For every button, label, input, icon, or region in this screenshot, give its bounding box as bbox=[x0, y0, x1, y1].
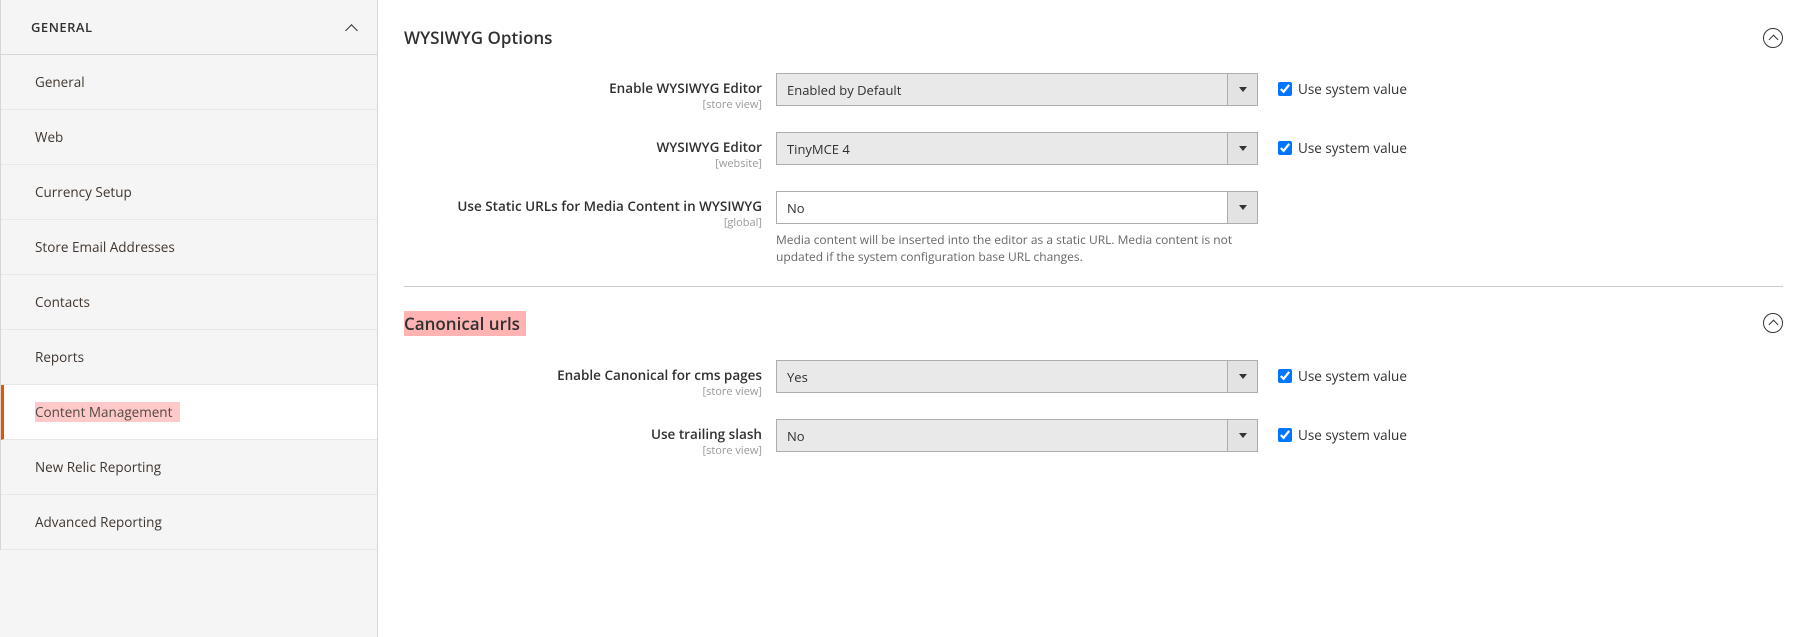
section-title: WYSIWYG Options bbox=[404, 26, 552, 49]
sidebar-item-label: General bbox=[35, 73, 85, 91]
select-value: TinyMCE 4 bbox=[777, 133, 1227, 164]
field-label: Enable Canonical for cms pages bbox=[404, 366, 762, 384]
sidebar-item-label: Content Management bbox=[35, 402, 180, 422]
sys-col: Use system value bbox=[1258, 360, 1407, 385]
static-urls-select[interactable]: No bbox=[776, 191, 1258, 224]
sys-label[interactable]: Use system value bbox=[1298, 426, 1407, 444]
sys-col: Use system value bbox=[1258, 132, 1407, 157]
input-col: Enabled by Default bbox=[776, 73, 1258, 106]
sys-label[interactable]: Use system value bbox=[1298, 139, 1407, 157]
sidebar-item-reports[interactable]: Reports bbox=[1, 330, 377, 385]
sidebar-item-label: Contacts bbox=[35, 293, 90, 311]
wysiwyg-editor-select: TinyMCE 4 bbox=[776, 132, 1258, 165]
chevron-down-icon bbox=[1227, 361, 1257, 392]
label-col: Enable Canonical for cms pages [store vi… bbox=[404, 360, 776, 399]
section-header-canonical[interactable]: Canonical urls bbox=[404, 311, 1783, 336]
select-value: Yes bbox=[777, 361, 1227, 392]
label-col: Use trailing slash [store view] bbox=[404, 419, 776, 458]
field-enable-canonical: Enable Canonical for cms pages [store vi… bbox=[404, 360, 1783, 399]
chevron-up-icon bbox=[347, 21, 359, 33]
help-text: Media content will be inserted into the … bbox=[776, 232, 1258, 266]
field-wysiwyg-editor: WYSIWYG Editor [website] TinyMCE 4 Use s… bbox=[404, 132, 1783, 171]
sidebar-item-currency-setup[interactable]: Currency Setup bbox=[1, 165, 377, 220]
section-divider bbox=[404, 286, 1783, 287]
chevron-down-icon bbox=[1227, 133, 1257, 164]
select-value: No bbox=[777, 420, 1227, 451]
sidebar-item-content-management[interactable]: Content Management bbox=[1, 385, 377, 440]
sys-label[interactable]: Use system value bbox=[1298, 367, 1407, 385]
collapse-icon bbox=[1763, 313, 1783, 333]
chevron-down-icon bbox=[1227, 420, 1257, 451]
sys-col: Use system value bbox=[1258, 73, 1407, 98]
trailing-slash-select: No bbox=[776, 419, 1258, 452]
sidebar-section-header[interactable]: GENERAL bbox=[0, 0, 377, 55]
enable-wysiwyg-select: Enabled by Default bbox=[776, 73, 1258, 106]
use-system-checkbox[interactable] bbox=[1278, 82, 1292, 96]
sidebar-item-contacts[interactable]: Contacts bbox=[1, 275, 377, 330]
field-trailing-slash: Use trailing slash [store view] No Use s… bbox=[404, 419, 1783, 458]
section-title: Canonical urls bbox=[404, 311, 526, 336]
input-col: Yes bbox=[776, 360, 1258, 393]
field-label: WYSIWYG Editor bbox=[404, 138, 762, 156]
sidebar-item-label: Currency Setup bbox=[35, 183, 132, 201]
sidebar: GENERAL General Web Currency Setup Store… bbox=[0, 0, 378, 637]
field-label: Use Static URLs for Media Content in WYS… bbox=[404, 197, 762, 215]
sidebar-item-label: Web bbox=[35, 128, 63, 146]
use-system-checkbox[interactable] bbox=[1278, 428, 1292, 442]
input-col: No bbox=[776, 419, 1258, 452]
canonical-enable-select: Yes bbox=[776, 360, 1258, 393]
sidebar-item-web[interactable]: Web bbox=[1, 110, 377, 165]
field-enable-wysiwyg: Enable WYSIWYG Editor [store view] Enabl… bbox=[404, 73, 1783, 112]
field-label: Enable WYSIWYG Editor bbox=[404, 79, 762, 97]
chevron-down-icon bbox=[1227, 192, 1257, 223]
sidebar-item-general[interactable]: General bbox=[1, 55, 377, 110]
field-scope: [store view] bbox=[404, 443, 762, 458]
chevron-down-icon bbox=[1227, 74, 1257, 105]
section-header-wysiwyg[interactable]: WYSIWYG Options bbox=[404, 26, 1783, 49]
input-col: TinyMCE 4 bbox=[776, 132, 1258, 165]
sidebar-section-title: GENERAL bbox=[31, 18, 93, 36]
sidebar-item-store-email[interactable]: Store Email Addresses bbox=[1, 220, 377, 275]
label-col: Enable WYSIWYG Editor [store view] bbox=[404, 73, 776, 112]
field-static-urls: Use Static URLs for Media Content in WYS… bbox=[404, 191, 1783, 266]
input-col: No Media content will be inserted into t… bbox=[776, 191, 1258, 266]
section-wysiwyg: WYSIWYG Options Enable WYSIWYG Editor [s… bbox=[404, 26, 1783, 266]
main-content: WYSIWYG Options Enable WYSIWYG Editor [s… bbox=[378, 0, 1809, 637]
select-value: No bbox=[777, 192, 1227, 223]
sidebar-items: General Web Currency Setup Store Email A… bbox=[0, 55, 377, 550]
sidebar-item-label: Advanced Reporting bbox=[35, 513, 162, 531]
use-system-checkbox[interactable] bbox=[1278, 369, 1292, 383]
sidebar-item-label: Reports bbox=[35, 348, 84, 366]
sys-col: Use system value bbox=[1258, 419, 1407, 444]
collapse-icon bbox=[1763, 28, 1783, 48]
use-system-checkbox[interactable] bbox=[1278, 141, 1292, 155]
sidebar-item-label: New Relic Reporting bbox=[35, 458, 161, 476]
field-scope: [global] bbox=[404, 215, 762, 230]
field-scope: [store view] bbox=[404, 97, 762, 112]
select-value: Enabled by Default bbox=[777, 74, 1227, 105]
label-col: Use Static URLs for Media Content in WYS… bbox=[404, 191, 776, 230]
field-scope: [website] bbox=[404, 156, 762, 171]
sidebar-item-label: Store Email Addresses bbox=[35, 238, 175, 256]
field-label: Use trailing slash bbox=[404, 425, 762, 443]
section-canonical: Canonical urls Enable Canonical for cms … bbox=[404, 311, 1783, 458]
sidebar-item-advanced-reporting[interactable]: Advanced Reporting bbox=[1, 495, 377, 550]
label-col: WYSIWYG Editor [website] bbox=[404, 132, 776, 171]
field-scope: [store view] bbox=[404, 384, 762, 399]
sidebar-item-new-relic[interactable]: New Relic Reporting bbox=[1, 440, 377, 495]
sys-label[interactable]: Use system value bbox=[1298, 80, 1407, 98]
